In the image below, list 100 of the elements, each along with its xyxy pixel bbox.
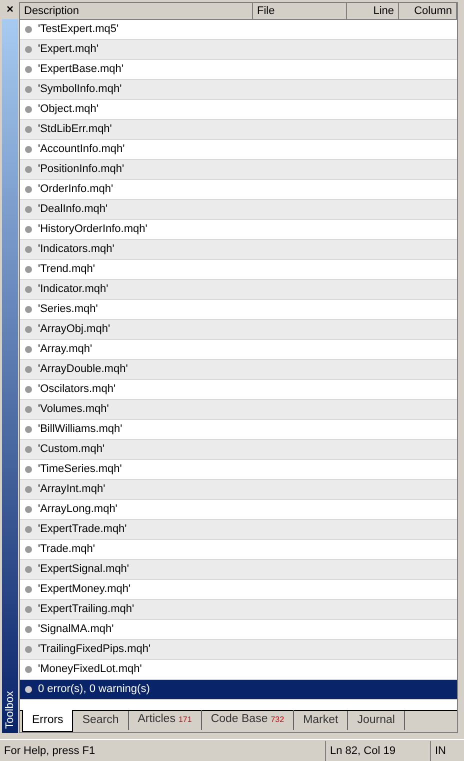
status-dot-icon [25,246,32,253]
message-row[interactable]: 'SymbolInfo.mqh' [20,80,457,100]
message-text: 'Trade.mqh' [38,542,95,558]
message-text: 'ArrayLong.mqh' [38,502,118,518]
message-text: 'SignalMA.mqh' [38,622,114,638]
message-row[interactable]: 'Indicators.mqh' [20,240,457,260]
message-text: 'Expert.mqh' [38,42,98,58]
message-text: 'Indicator.mqh' [38,282,108,298]
message-row[interactable]: 'Custom.mqh' [20,440,457,460]
status-dot-icon [25,86,32,93]
message-text: 'Series.mqh' [38,302,98,318]
message-text: 'Object.mqh' [38,102,98,118]
status-dot-icon [25,26,32,33]
message-text: 'ArrayObj.mqh' [38,322,110,338]
tab[interactable]: Code Base 732 [202,710,294,730]
status-dot-icon [25,566,32,573]
status-dot-icon [25,626,32,633]
status-dot-icon [25,106,32,113]
status-dot-icon [25,666,32,673]
message-text: 'ArrayDouble.mqh' [38,362,128,378]
message-row[interactable]: 'Expert.mqh' [20,40,457,60]
column-header[interactable]: File [253,3,347,20]
message-text: 'Trend.mqh' [38,262,95,278]
message-row[interactable]: 'Volumes.mqh' [20,400,457,420]
status-dot-icon [25,506,32,513]
message-row[interactable]: 'ArrayObj.mqh' [20,320,457,340]
input-mode: IN [434,744,447,758]
status-dot-icon [25,406,32,413]
status-dot-icon [25,386,32,393]
count-label: 732 [270,715,284,724]
message-row[interactable]: 'DealInfo.mqh' [20,200,457,220]
message-row[interactable]: 'ExpertTrade.mqh' [20,520,457,540]
message-text: 'Indicators.mqh' [38,242,114,258]
message-row[interactable]: 'ArrayDouble.mqh' [20,360,457,380]
status-dot-icon [25,186,32,193]
message-text: 'Volumes.mqh' [38,402,109,418]
status-dot-icon [25,366,32,373]
message-text: 'ExpertMoney.mqh' [38,582,131,598]
status-dot-icon [25,526,32,533]
message-row[interactable]: 'ExpertTrailing.mqh' [20,600,457,620]
message-text: 'ArrayInt.mqh' [38,482,106,498]
tab[interactable]: Journal [348,711,405,730]
tab[interactable]: Articles 171 [128,710,202,730]
cursor-position: Ln 82, Col 19 [326,740,431,760]
status-dot-icon [25,66,32,73]
status-dot-icon [25,686,32,693]
message-text: 0 error(s), 0 warning(s) [38,682,150,698]
tab[interactable]: Errors [22,710,74,732]
message-text: 'TrailingFixedPips.mqh' [38,642,151,658]
status-dot-icon [25,426,32,433]
status-dot-icon [25,546,32,553]
toolbox-sidebar: Toolbox [2,19,18,733]
message-row[interactable]: 'ArrayInt.mqh' [20,480,457,500]
status-dot-icon [25,226,32,233]
message-text: 'TestExpert.mq5' [38,22,119,38]
message-text: 'ExpertBase.mqh' [38,62,124,78]
message-text: 'Array.mqh' [38,342,92,358]
help-text: For Help, press F1 [0,740,326,760]
status-dot-icon [25,306,32,313]
message-row[interactable]: 'TrailingFixedPips.mqh' [20,640,457,660]
close-button[interactable]: × [2,2,18,15]
message-row[interactable]: 'Indicator.mqh' [20,280,457,300]
status-dot-icon [25,166,32,173]
message-text: 'Custom.mqh' [38,442,105,458]
status-dot-icon [25,466,32,473]
message-text: 'MoneyFixedLot.mqh' [38,662,142,678]
message-text: 'ExpertTrailing.mqh' [38,602,134,618]
column-header[interactable]: Description [20,3,253,20]
status-dot-icon [25,266,32,273]
status-dot-icon [25,606,32,613]
message-text: 'ExpertSignal.mqh' [38,562,130,578]
status-dot-icon [25,486,32,493]
message-row[interactable]: 0 error(s), 0 warning(s) [20,680,457,700]
message-text: 'BillWilliams.mqh' [38,422,122,438]
status-dot-icon [25,286,32,293]
message-row[interactable]: 'ExpertSignal.mqh' [20,560,457,580]
message-row[interactable]: 'StdLibErr.mqh' [20,120,457,140]
status-dot-icon [25,206,32,213]
message-text: 'DealInfo.mqh' [38,202,108,218]
count-label: 171 [178,715,192,724]
message-text: 'HistoryOrderInfo.mqh' [38,222,148,238]
status-dot-icon [25,326,32,333]
status-dot-icon [25,146,32,153]
tab[interactable]: Search [73,711,129,730]
status-dot-icon [25,126,32,133]
message-row[interactable]: 'PositionInfo.mqh' [20,160,457,180]
message-text: 'StdLibErr.mqh' [38,122,112,138]
message-text: 'ExpertTrade.mqh' [38,522,127,538]
column-header[interactable]: Line [347,3,399,20]
status-dot-icon [25,646,32,653]
message-text: 'Oscilators.mqh' [38,382,116,398]
tab[interactable]: Market [294,711,348,730]
status-dot-icon [25,586,32,593]
message-text: 'TimeSeries.mqh' [38,462,122,478]
status-dot-icon [25,46,32,53]
message-text: 'PositionInfo.mqh' [38,162,124,178]
message-text: 'AccountInfo.mqh' [38,142,125,158]
message-text: 'SymbolInfo.mqh' [38,82,122,98]
message-text: 'OrderInfo.mqh' [38,182,114,198]
column-header[interactable]: Column [399,3,457,20]
